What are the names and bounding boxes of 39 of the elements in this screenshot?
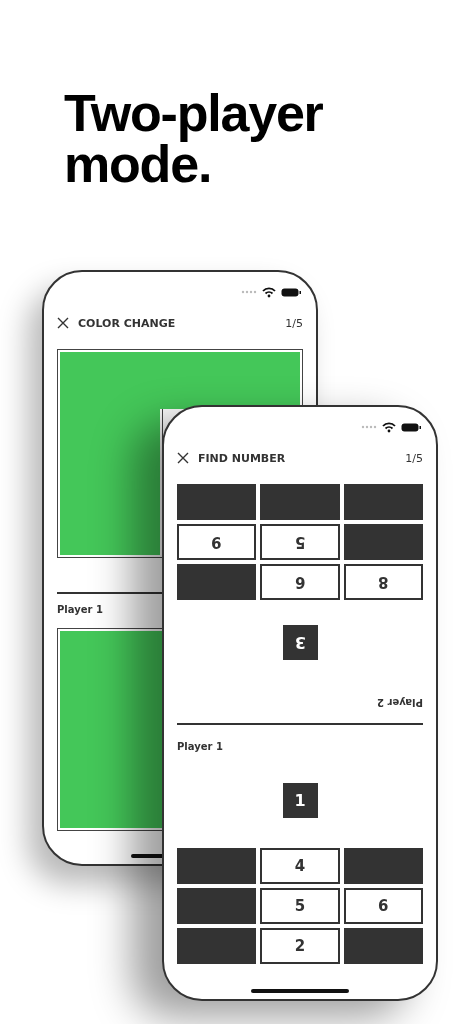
hidden-tile[interactable] (177, 887, 257, 924)
screen-title: FIND NUMBER (198, 451, 287, 465)
hidden-tile[interactable] (177, 927, 257, 964)
number-tile[interactable]: 5 (260, 524, 340, 560)
number-tile[interactable]: 9 (177, 524, 257, 560)
close-icon[interactable] (57, 317, 69, 329)
battery-icon (401, 422, 421, 432)
color-panel[interactable] (57, 409, 163, 558)
target-number: 1 (282, 782, 318, 818)
hidden-tile[interactable] (177, 484, 257, 520)
hidden-tile[interactable] (177, 564, 257, 600)
player-label: Player 1 (57, 602, 104, 617)
hidden-tile[interactable] (343, 847, 423, 884)
signal-icon (241, 288, 257, 296)
screen-title: COLOR CHANGE (78, 316, 177, 330)
color-panel[interactable] (57, 627, 163, 831)
number-tile[interactable]: 8 (343, 564, 423, 600)
number-tile[interactable]: 6 (260, 564, 340, 600)
close-icon[interactable] (177, 452, 189, 464)
hidden-tile[interactable] (260, 484, 340, 520)
number-tile[interactable]: 5 (260, 887, 340, 924)
target-number: 3 (282, 625, 318, 660)
number-tile[interactable]: 6 (343, 887, 423, 924)
hidden-tile[interactable] (343, 484, 423, 520)
progress-counter: 1/5 (285, 316, 303, 330)
player-label: Player 1 (177, 739, 224, 754)
battery-icon (281, 287, 301, 297)
hidden-tile[interactable] (343, 524, 423, 560)
wifi-icon (262, 286, 276, 298)
signal-icon (361, 423, 377, 431)
color-panel[interactable] (57, 349, 303, 409)
hidden-tile[interactable] (343, 927, 423, 964)
progress-counter: 1/5 (405, 451, 423, 465)
number-tile[interactable]: 4 (260, 847, 340, 884)
player-label: Player 2 (377, 696, 423, 709)
number-tile[interactable]: 2 (260, 927, 340, 964)
headline: Two-player mode. (63, 83, 324, 190)
wifi-icon (382, 421, 396, 433)
hidden-tile[interactable] (177, 847, 257, 884)
